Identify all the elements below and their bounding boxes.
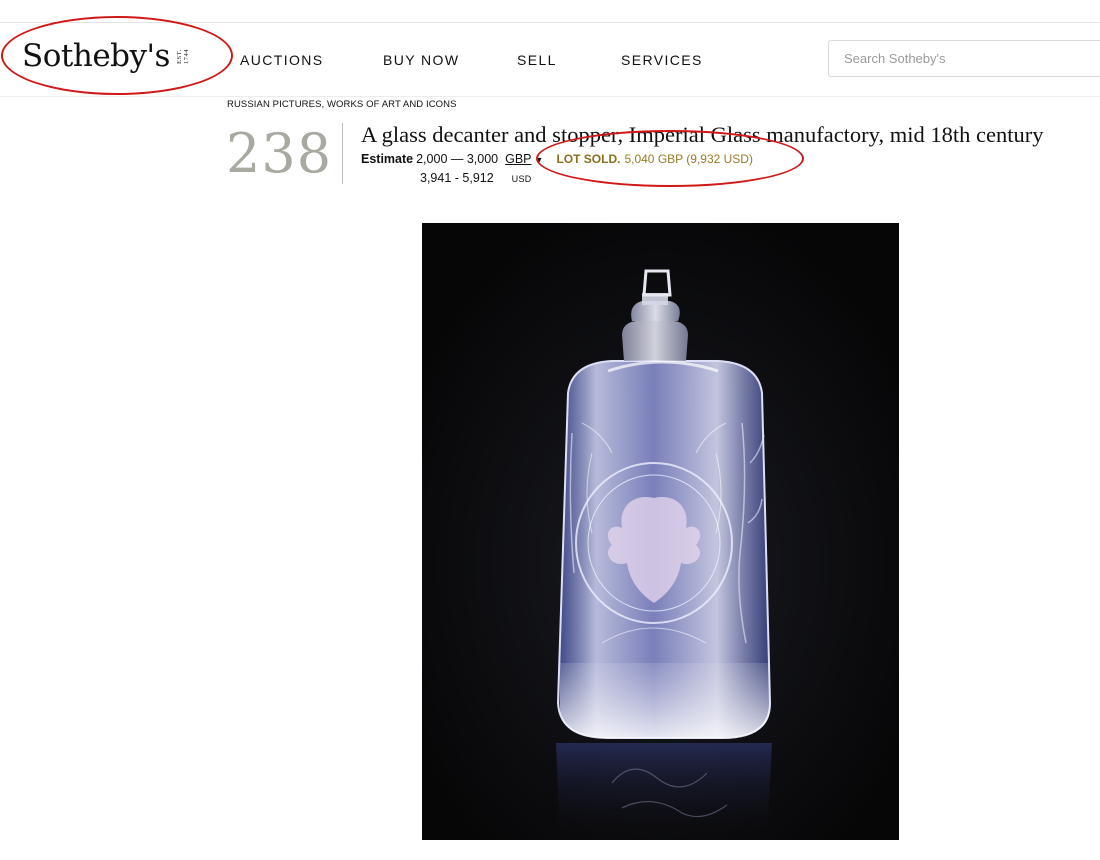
usd-currency-code: USD <box>511 174 532 184</box>
header-divider <box>0 96 1100 97</box>
usd-estimate-range: 3,941 - 5,912 <box>420 171 494 185</box>
lot-number: 238 <box>226 122 333 185</box>
lot-image[interactable] <box>422 223 899 840</box>
nav-auctions[interactable]: AUCTIONS <box>240 52 324 68</box>
sold-annotation-circle <box>536 130 804 187</box>
estimate-label: Estimate <box>361 152 414 166</box>
nav-buy-now[interactable]: BUY NOW <box>383 52 459 68</box>
lot-divider <box>342 123 343 184</box>
currency-selector[interactable]: GBP <box>505 152 531 166</box>
search-input[interactable] <box>829 41 1100 76</box>
auction-category[interactable]: RUSSIAN PICTURES, WORKS OF ART AND ICONS <box>227 99 457 110</box>
page: Sotheby's EST. 1744 AUCTIONS BUY NOW SEL… <box>0 0 1100 860</box>
logo-annotation-circle <box>1 16 233 95</box>
nav-services[interactable]: SERVICES <box>621 52 703 68</box>
nav-sell[interactable]: SELL <box>517 52 557 68</box>
estimate-range: 2,000 — 3,000 <box>416 152 499 166</box>
glass-decanter-illustration <box>422 223 899 840</box>
usd-estimate-row: 3,941 - 5,912 USD <box>420 171 532 185</box>
search-box <box>828 40 1100 77</box>
